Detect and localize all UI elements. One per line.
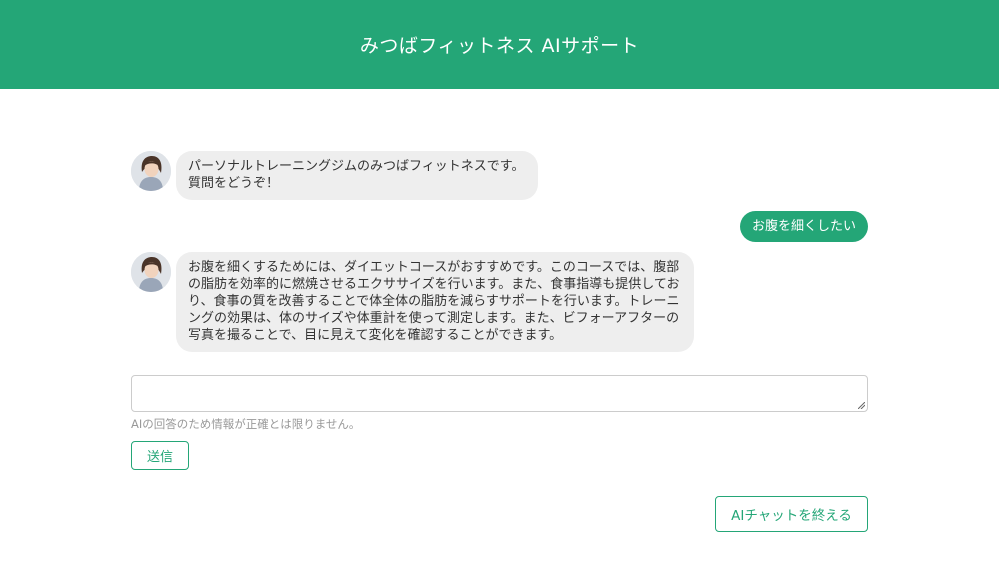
avatar xyxy=(131,151,171,191)
app-header: みつばフィットネス AIサポート xyxy=(0,0,999,89)
assistant-message: お腹を細くするためには、ダイエットコースがおすすめです。このコースでは、腹部 の… xyxy=(131,252,694,352)
page-title: みつばフィットネス AIサポート xyxy=(359,35,640,57)
avatar xyxy=(131,252,171,292)
resize-grip-icon[interactable] xyxy=(858,402,865,409)
end-chat-button[interactable]: AIチャットを終える xyxy=(715,496,868,532)
disclaimer-text: AIの回答のため情報が正確とは限りません。 xyxy=(131,417,361,431)
send-button[interactable]: 送信 xyxy=(131,441,189,470)
staff-avatar-icon xyxy=(131,151,171,191)
staff-avatar-icon xyxy=(131,252,171,292)
message-input[interactable] xyxy=(131,375,868,412)
user-bubble: お腹を細くしたい xyxy=(739,211,868,242)
assistant-message: パーソナルトレーニングジムのみつばフィットネスです。 質問をどうぞ！ xyxy=(131,151,539,200)
assistant-bubble: お腹を細くするためには、ダイエットコースがおすすめです。このコースでは、腹部 の… xyxy=(176,252,694,352)
assistant-bubble: パーソナルトレーニングジムのみつばフィットネスです。 質問をどうぞ！ xyxy=(176,151,539,200)
